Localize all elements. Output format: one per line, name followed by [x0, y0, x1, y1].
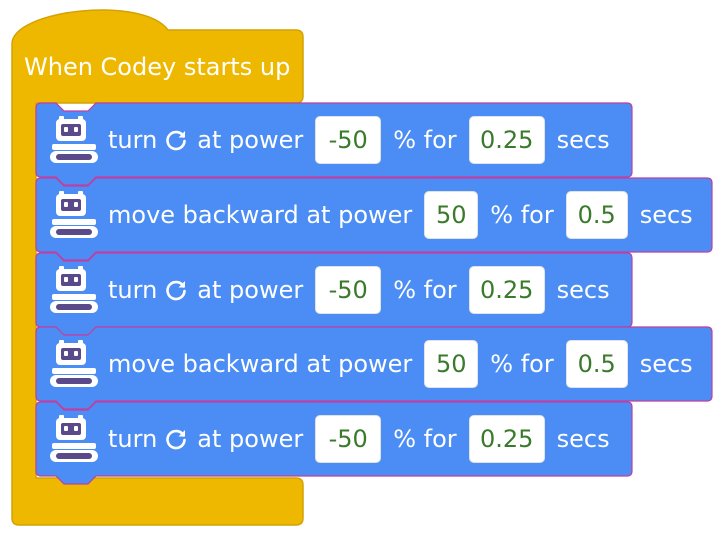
secs-label: secs — [639, 201, 693, 229]
power-input[interactable]: -50 — [315, 266, 382, 314]
power-input[interactable]: -50 — [315, 415, 382, 463]
block-label-prefix: turn — [108, 276, 158, 304]
percent-for-label: % for — [393, 425, 457, 453]
block-label-middle: at power — [197, 425, 304, 453]
codey-robot-icon — [48, 339, 100, 389]
percent-for-label: % for — [490, 201, 554, 229]
rotate-clockwise-icon — [163, 127, 189, 153]
power-input[interactable]: -50 — [315, 116, 382, 164]
percent-for-label: % for — [393, 126, 457, 154]
secs-label: secs — [639, 350, 693, 378]
block-label-prefix: move backward at power — [108, 201, 413, 229]
duration-input[interactable]: 0.25 — [468, 266, 545, 314]
secs-label: secs — [556, 425, 610, 453]
turn-block[interactable]: turn at power -50 % for 0.25 secs — [36, 402, 632, 476]
block-label-prefix: move backward at power — [108, 350, 413, 378]
codey-robot-icon — [48, 414, 100, 464]
power-input[interactable]: 50 — [424, 340, 479, 388]
percent-for-label: % for — [490, 350, 554, 378]
turn-block[interactable]: turn at power -50 % for 0.25 secs — [36, 253, 632, 327]
move-backward-block[interactable]: move backward at power 50 % for 0.5 secs — [36, 178, 712, 252]
duration-input[interactable]: 0.25 — [468, 415, 545, 463]
secs-label: secs — [556, 276, 610, 304]
percent-for-label: % for — [393, 276, 457, 304]
codey-robot-icon — [48, 115, 100, 165]
duration-input[interactable]: 0.25 — [468, 116, 545, 164]
turn-block[interactable]: turn at power -50 % for 0.25 secs — [36, 103, 632, 177]
block-label-middle: at power — [197, 276, 304, 304]
secs-label: secs — [556, 126, 610, 154]
block-label-prefix: turn — [108, 126, 158, 154]
duration-input[interactable]: 0.5 — [565, 340, 628, 388]
rotate-clockwise-icon — [163, 277, 189, 303]
codey-robot-icon — [48, 190, 100, 240]
rotate-clockwise-icon — [163, 426, 189, 452]
codey-robot-icon — [48, 265, 100, 315]
block-label-middle: at power — [197, 126, 304, 154]
duration-input[interactable]: 0.5 — [565, 191, 628, 239]
power-input[interactable]: 50 — [424, 191, 479, 239]
block-label-prefix: turn — [108, 425, 158, 453]
hat-block-label: When Codey starts up — [24, 53, 291, 81]
move-backward-block[interactable]: move backward at power 50 % for 0.5 secs — [36, 327, 712, 401]
